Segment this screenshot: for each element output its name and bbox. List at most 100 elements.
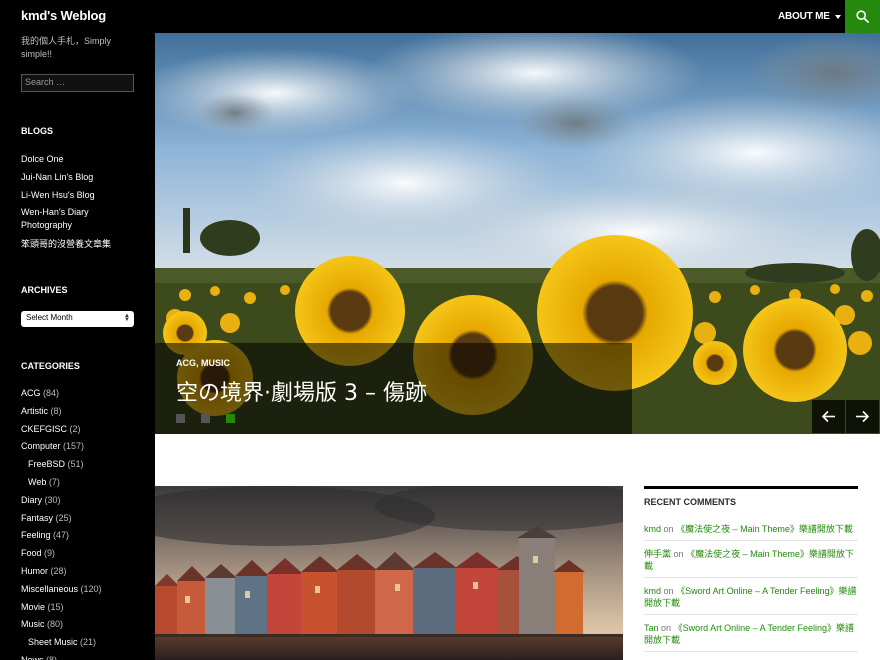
comment-author[interactable]: Tan bbox=[644, 623, 659, 633]
category-name: Sheet Music bbox=[28, 637, 78, 648]
comment-post-link[interactable]: 《Sword Art Online – A Tender Feeling》樂譜開… bbox=[644, 623, 854, 645]
category-count: (7) bbox=[48, 476, 60, 487]
category-item[interactable]: News (8) bbox=[21, 652, 102, 660]
category-count: (47) bbox=[53, 530, 70, 541]
slider-next-button[interactable] bbox=[846, 400, 879, 433]
recent-comment-item: kmd on 《Sword Art Online – A Tender Feel… bbox=[644, 578, 858, 615]
category-item[interactable]: Artistic (8) bbox=[21, 403, 102, 421]
search-toggle-button[interactable] bbox=[845, 0, 880, 33]
slide-categories[interactable]: ACG, MUSIC bbox=[176, 358, 230, 368]
post-featured-image[interactable] bbox=[155, 486, 623, 660]
category-item[interactable]: Music (80) bbox=[21, 616, 102, 634]
category-item[interactable]: Fantasy (25) bbox=[21, 510, 102, 528]
category-name: Feeling bbox=[21, 530, 51, 541]
category-name: CKEFGISC bbox=[21, 423, 68, 434]
category-item[interactable]: CKEFGISC (2) bbox=[21, 421, 102, 439]
category-item[interactable]: Miscellaneous (120) bbox=[21, 581, 102, 599]
comment-on-text: on bbox=[663, 524, 674, 534]
blog-link[interactable]: Dolce One bbox=[21, 150, 131, 168]
recent-comments-title: RECENT COMMENTS bbox=[644, 497, 736, 507]
blog-link[interactable]: 笨頭哥的沒營養文章集 bbox=[21, 235, 131, 253]
widget-top-border bbox=[644, 486, 858, 489]
category-count: (80) bbox=[47, 619, 64, 630]
category-name: Web bbox=[28, 476, 47, 487]
blogs-list: Dolce One Jui-Nan Lin's Blog Li-Wen Hsu'… bbox=[21, 150, 131, 253]
top-bar: kmd's Weblog ABOUT ME bbox=[0, 0, 880, 33]
search-icon bbox=[856, 10, 869, 23]
category-name: Music bbox=[21, 619, 45, 630]
search-input[interactable]: Search … bbox=[21, 74, 134, 92]
category-item[interactable]: Humor (28) bbox=[21, 563, 102, 581]
categories-widget-title: CATEGORIES bbox=[21, 361, 80, 371]
category-count: (8) bbox=[46, 654, 58, 660]
slider-dot-1[interactable] bbox=[176, 414, 185, 423]
category-name: ACG bbox=[21, 388, 41, 398]
slide-title[interactable]: 空の境界·劇場版 3 – 傷跡 bbox=[176, 375, 427, 407]
category-count: (28) bbox=[50, 565, 67, 576]
category-count: (2) bbox=[69, 423, 81, 434]
slider-caption: ACG, MUSIC 空の境界·劇場版 3 – 傷跡 bbox=[155, 343, 632, 434]
comment-on-text: on bbox=[663, 586, 674, 596]
caret-down-icon bbox=[834, 14, 841, 19]
slider-dot-3[interactable] bbox=[226, 414, 235, 423]
category-item[interactable]: Movie (15) bbox=[21, 599, 102, 617]
select-arrows-icon: ▲ ▼ bbox=[124, 313, 130, 323]
category-name: Artistic bbox=[21, 405, 48, 416]
category-item[interactable]: ACG (84) bbox=[21, 385, 102, 403]
category-item[interactable]: Feeling (47) bbox=[21, 527, 102, 545]
comment-author[interactable]: kmd bbox=[644, 524, 661, 534]
category-count: (120) bbox=[80, 583, 102, 594]
comment-post-link[interactable]: 《Sword Art Online – A Tender Feeling》樂譜開… bbox=[644, 586, 857, 608]
category-count: (157) bbox=[63, 441, 85, 452]
slider-prev-button[interactable] bbox=[812, 400, 845, 433]
category-item[interactable]: Computer (157) bbox=[21, 438, 102, 456]
category-count: (30) bbox=[44, 494, 61, 505]
category-count: (51) bbox=[67, 459, 84, 470]
comment-on-text: on bbox=[661, 623, 672, 633]
recent-comments-list: kmd on 《魔法使之夜 – Main Theme》樂譜開放下載 伸手黨 on … bbox=[644, 523, 858, 652]
blog-link[interactable]: Wen-Han's Diary Photography bbox=[21, 204, 131, 235]
category-count: (9) bbox=[44, 548, 56, 559]
blog-link[interactable]: Jui-Nan Lin's Blog bbox=[21, 168, 131, 186]
category-count: (15) bbox=[47, 601, 64, 612]
recent-comment-item: kmd on 《魔法使之夜 – Main Theme》樂譜開放下載 bbox=[644, 523, 858, 541]
category-count: (25) bbox=[55, 512, 72, 523]
site-title[interactable]: kmd's Weblog bbox=[21, 8, 106, 23]
category-name: Computer bbox=[21, 441, 61, 452]
houses-image bbox=[155, 486, 623, 660]
category-name: News bbox=[21, 654, 44, 660]
recent-comments-widget: RECENT COMMENTS kmd on 《魔法使之夜 – Main The… bbox=[644, 486, 858, 652]
arrow-left-icon bbox=[821, 410, 835, 423]
category-name: FreeBSD bbox=[28, 459, 66, 470]
category-count: (8) bbox=[50, 405, 62, 416]
category-count: (21) bbox=[80, 637, 97, 648]
category-name: Diary bbox=[21, 494, 43, 505]
archives-select-value: Select Month bbox=[26, 313, 73, 322]
archives-select[interactable]: Select Month ▲ ▼ bbox=[21, 311, 134, 327]
about-me-menu[interactable]: ABOUT ME bbox=[778, 11, 841, 22]
recent-comment-item: 伸手黨 on 《魔法使之夜 – Main Theme》樂譜開放下載 bbox=[644, 541, 858, 578]
category-item[interactable]: Diary (30) bbox=[21, 492, 102, 510]
category-item[interactable]: Sheet Music (21) bbox=[21, 634, 102, 652]
category-name: Miscellaneous bbox=[21, 583, 79, 594]
arrow-right-icon bbox=[856, 410, 870, 423]
comment-on-text: on bbox=[673, 549, 684, 559]
recent-comment-item: Tan on 《Sword Art Online – A Tender Feel… bbox=[644, 615, 858, 652]
category-count: (84) bbox=[43, 388, 60, 398]
category-item[interactable]: FreeBSD (51) bbox=[21, 456, 102, 474]
featured-slider[interactable]: ACG, MUSIC 空の境界·劇場版 3 – 傷跡 bbox=[155, 33, 880, 434]
comment-post-link[interactable]: 《魔法使之夜 – Main Theme》樂譜開放下載 bbox=[676, 524, 853, 534]
category-name: Humor bbox=[21, 565, 49, 576]
sidebar: 我的個人手札，Simply simple!! Search … BLOGS Do… bbox=[0, 33, 155, 660]
category-item[interactable]: Food (9) bbox=[21, 545, 102, 563]
category-name: Fantasy bbox=[21, 512, 54, 523]
category-item[interactable]: Web (7) bbox=[21, 474, 102, 492]
slider-dot-2[interactable] bbox=[201, 414, 210, 423]
categories-list: ACG (84) Artistic (8) CKEFGISC (2) Computer… bbox=[21, 385, 102, 660]
category-name: Movie bbox=[21, 601, 46, 612]
archives-widget-title: ARCHIVES bbox=[21, 285, 68, 295]
comment-author[interactable]: kmd bbox=[644, 586, 661, 596]
category-name: Food bbox=[21, 548, 42, 559]
comment-author[interactable]: 伸手黨 bbox=[644, 549, 671, 559]
blog-link[interactable]: Li-Wen Hsu's Blog bbox=[21, 186, 131, 204]
